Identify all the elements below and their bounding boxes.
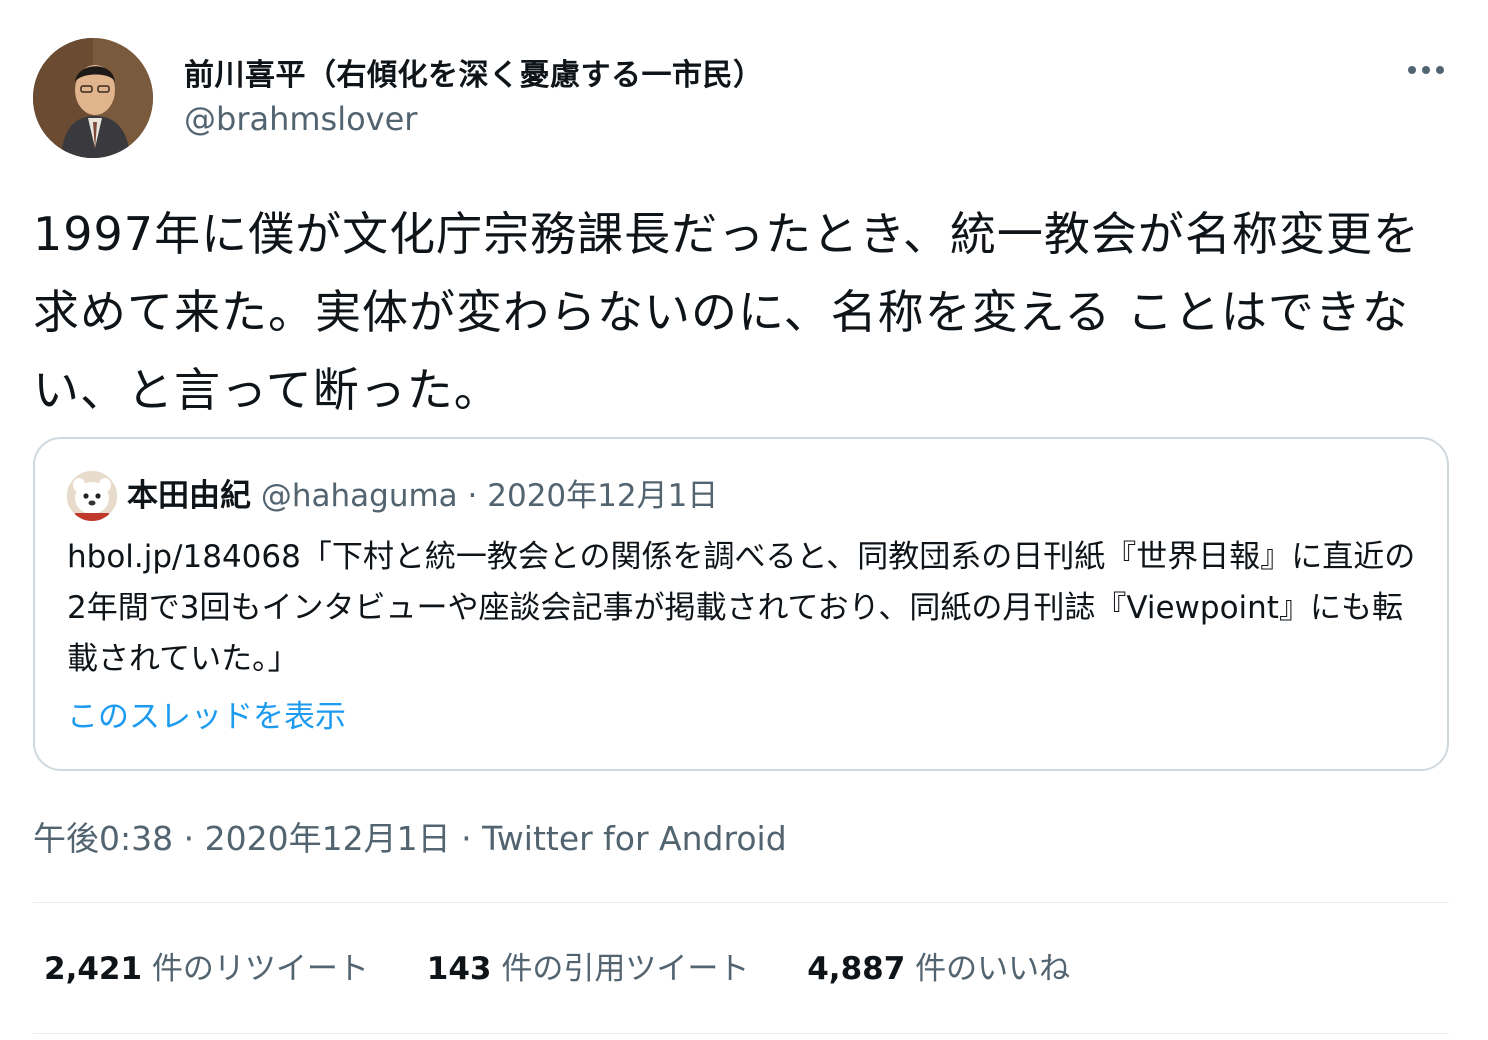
quoted-author-name[interactable]: 本田由紀 [127, 478, 251, 514]
author-avatar[interactable] [33, 38, 153, 158]
retweets-label: 件のリツイート [151, 951, 369, 987]
likes-label: 件のいいね [915, 951, 1071, 987]
retweets-stat[interactable]: 2,421 件のリツイート [44, 947, 369, 991]
meta-separator: · [183, 819, 195, 858]
more-dot [1436, 66, 1444, 74]
author-handle[interactable]: @brahmslover [184, 100, 417, 138]
quote-tweets-count: 143 [426, 951, 492, 987]
tweet-time[interactable]: 午後0:38 [33, 819, 173, 858]
quote-tweets-stat[interactable]: 143 件の引用ツイート [427, 947, 750, 991]
quoted-author-avatar [67, 471, 117, 521]
more-dot [1422, 66, 1430, 74]
quoted-tweet-header: 本田由紀 @hahaguma · 2020年12月1日 [127, 475, 718, 517]
retweets-count: 2,421 [44, 951, 143, 987]
divider [33, 1033, 1449, 1034]
tweet-text: 1997年に僕が文化庁宗務課長だったとき、統一教会が名称変更を求めて来た。実体が… [33, 207, 1420, 417]
tweet-date[interactable]: 2020年12月1日 [205, 819, 451, 858]
engagement-stats: 2,421 件のリツイート 143 件の引用ツイート 4,887 件のいいね [44, 947, 1118, 991]
quoted-author-handle[interactable]: @hahaguma [261, 478, 458, 514]
meta-separator: · [467, 478, 478, 514]
quoted-tweet-text: hbol.jp/184068「下村と統一教会との関係を調べると、同教団系の日刊紙… [67, 539, 1416, 677]
show-thread-link[interactable]: このスレッドを表示 [67, 691, 346, 736]
quoted-tweet-card[interactable]: 本田由紀 @hahaguma · 2020年12月1日 hbol.jp/1840… [33, 437, 1449, 771]
tweet-detail: 前川喜平（右傾化を深く憂慮する一市民） @brahmslover 1997年に僕… [0, 0, 1488, 1040]
more-options-icon[interactable] [1404, 54, 1448, 86]
more-dot [1408, 66, 1416, 74]
author-display-name[interactable]: 前川喜平（右傾化を深く憂慮する一市民） [184, 50, 764, 94]
divider [33, 902, 1449, 903]
tweet-source[interactable]: Twitter for Android [482, 819, 787, 858]
quote-tweets-label: 件の引用ツイート [501, 951, 750, 987]
quoted-tweet-date[interactable]: 2020年12月1日 [487, 478, 718, 514]
likes-count: 4,887 [807, 951, 906, 987]
meta-separator: · [461, 819, 472, 858]
likes-stat[interactable]: 4,887 件のいいね [807, 947, 1070, 991]
tweet-timestamp: 午後0:38 · 2020年12月1日 · Twitter for Androi… [33, 812, 787, 860]
